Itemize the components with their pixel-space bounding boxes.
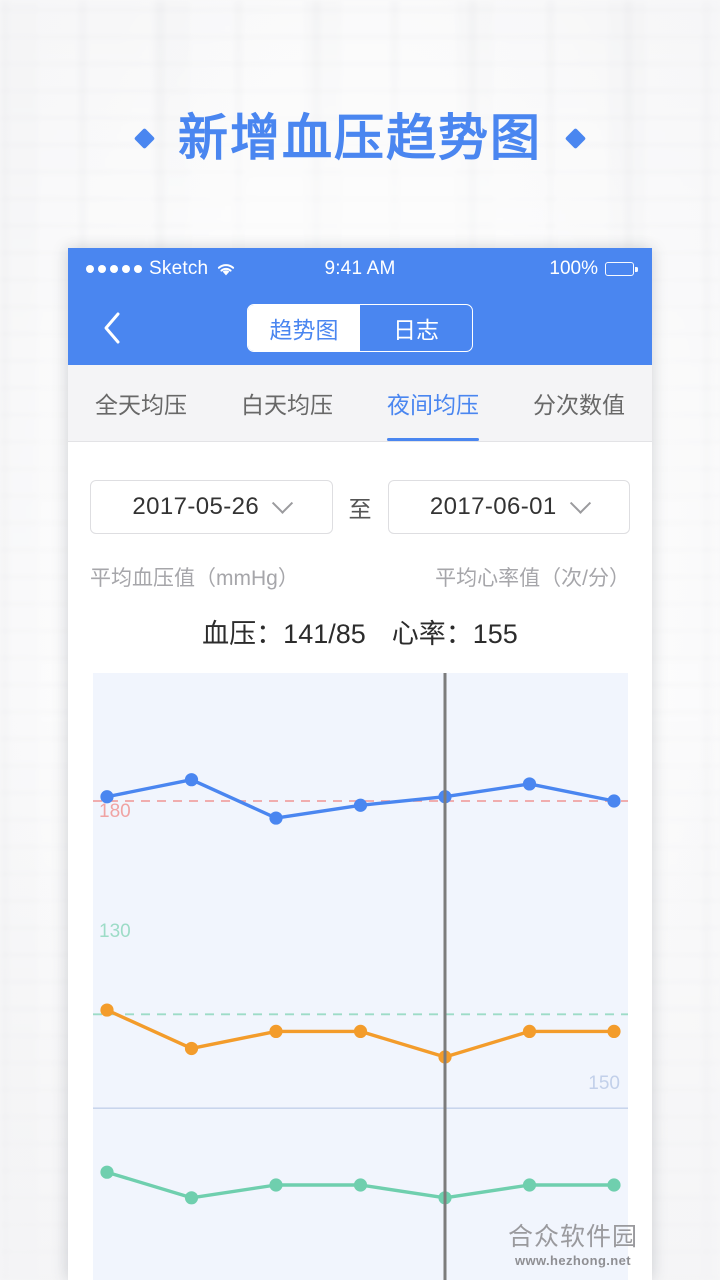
segment-trend-chart[interactable]: 趋势图	[248, 304, 360, 351]
metric-labels-row: 平均血压值（mmHg） 平均心率值（次/分）	[68, 562, 652, 592]
tab-label: 夜间均压	[387, 392, 479, 418]
tab-nighttime-average[interactable]: 夜间均压	[360, 365, 506, 441]
tab-split-values[interactable]: 分次数值	[506, 365, 652, 441]
chevron-down-icon	[569, 492, 591, 514]
segmented-control[interactable]: 趋势图 日志	[247, 303, 473, 352]
trend-chart[interactable]: 180 130 150	[93, 673, 628, 1280]
status-bar-clock: 9:41 AM	[324, 258, 396, 279]
segment-log[interactable]: 日志	[360, 305, 472, 351]
tab-underline	[533, 438, 625, 441]
tab-label: 白天均压	[241, 392, 333, 418]
status-bar-right: 100%	[396, 258, 638, 280]
carrier-name: Sketch	[149, 258, 209, 279]
diamond-marker-left	[133, 127, 156, 149]
trend-chart-svg	[93, 673, 628, 1280]
phone-mockup: Sketch 9:41 AM 100% 趋势图 日志 全天均压 白天均压 夜间均…	[68, 248, 652, 1280]
date-range-selector: 2017-05-26 至 2017-06-01	[68, 480, 652, 534]
end-date-select[interactable]: 2017-06-01	[387, 480, 630, 534]
battery-percentage: 100%	[549, 258, 598, 279]
start-date-select[interactable]: 2017-05-26	[90, 480, 333, 534]
metric-values-row: 血压：141/85 心率：155	[68, 612, 652, 651]
blood-pressure-unit-label: 平均血压值（mmHg）	[90, 567, 299, 590]
diamond-marker-right	[564, 127, 587, 149]
heart-rate-value: 心率：155	[391, 619, 518, 649]
heart-rate-unit-label: 平均心率值（次/分）	[435, 567, 630, 590]
page-headline: 新增血压趋势图	[0, 112, 720, 165]
status-bar-left: Sketch	[86, 258, 324, 280]
navigation-bar: 趋势图 日志	[68, 290, 652, 365]
tab-label: 全天均压	[95, 392, 187, 418]
blood-pressure-value: 血压：141/85	[202, 619, 366, 649]
chevron-down-icon	[272, 492, 294, 514]
start-date-value: 2017-05-26	[132, 493, 260, 520]
signal-strength-icon	[86, 265, 142, 273]
tab-underline	[95, 438, 187, 441]
wifi-icon	[218, 264, 235, 276]
battery-icon	[605, 262, 638, 276]
back-button[interactable]	[90, 306, 134, 350]
tab-daytime-average[interactable]: 白天均压	[214, 365, 360, 441]
tab-label: 分次数值	[533, 392, 625, 418]
tab-all-day-average[interactable]: 全天均压	[68, 365, 214, 441]
status-bar: Sketch 9:41 AM 100%	[68, 248, 652, 290]
chart-container: 180 130 150	[68, 673, 652, 1280]
back-chevron-icon	[104, 312, 120, 343]
tab-bar: 全天均压 白天均压 夜间均压 分次数值	[68, 365, 652, 442]
end-date-value: 2017-06-01	[429, 493, 557, 520]
date-range-separator: 至	[348, 496, 372, 522]
tab-underline	[241, 438, 333, 441]
tab-underline	[387, 438, 479, 441]
headline-text: 新增血压趋势图	[178, 110, 542, 166]
